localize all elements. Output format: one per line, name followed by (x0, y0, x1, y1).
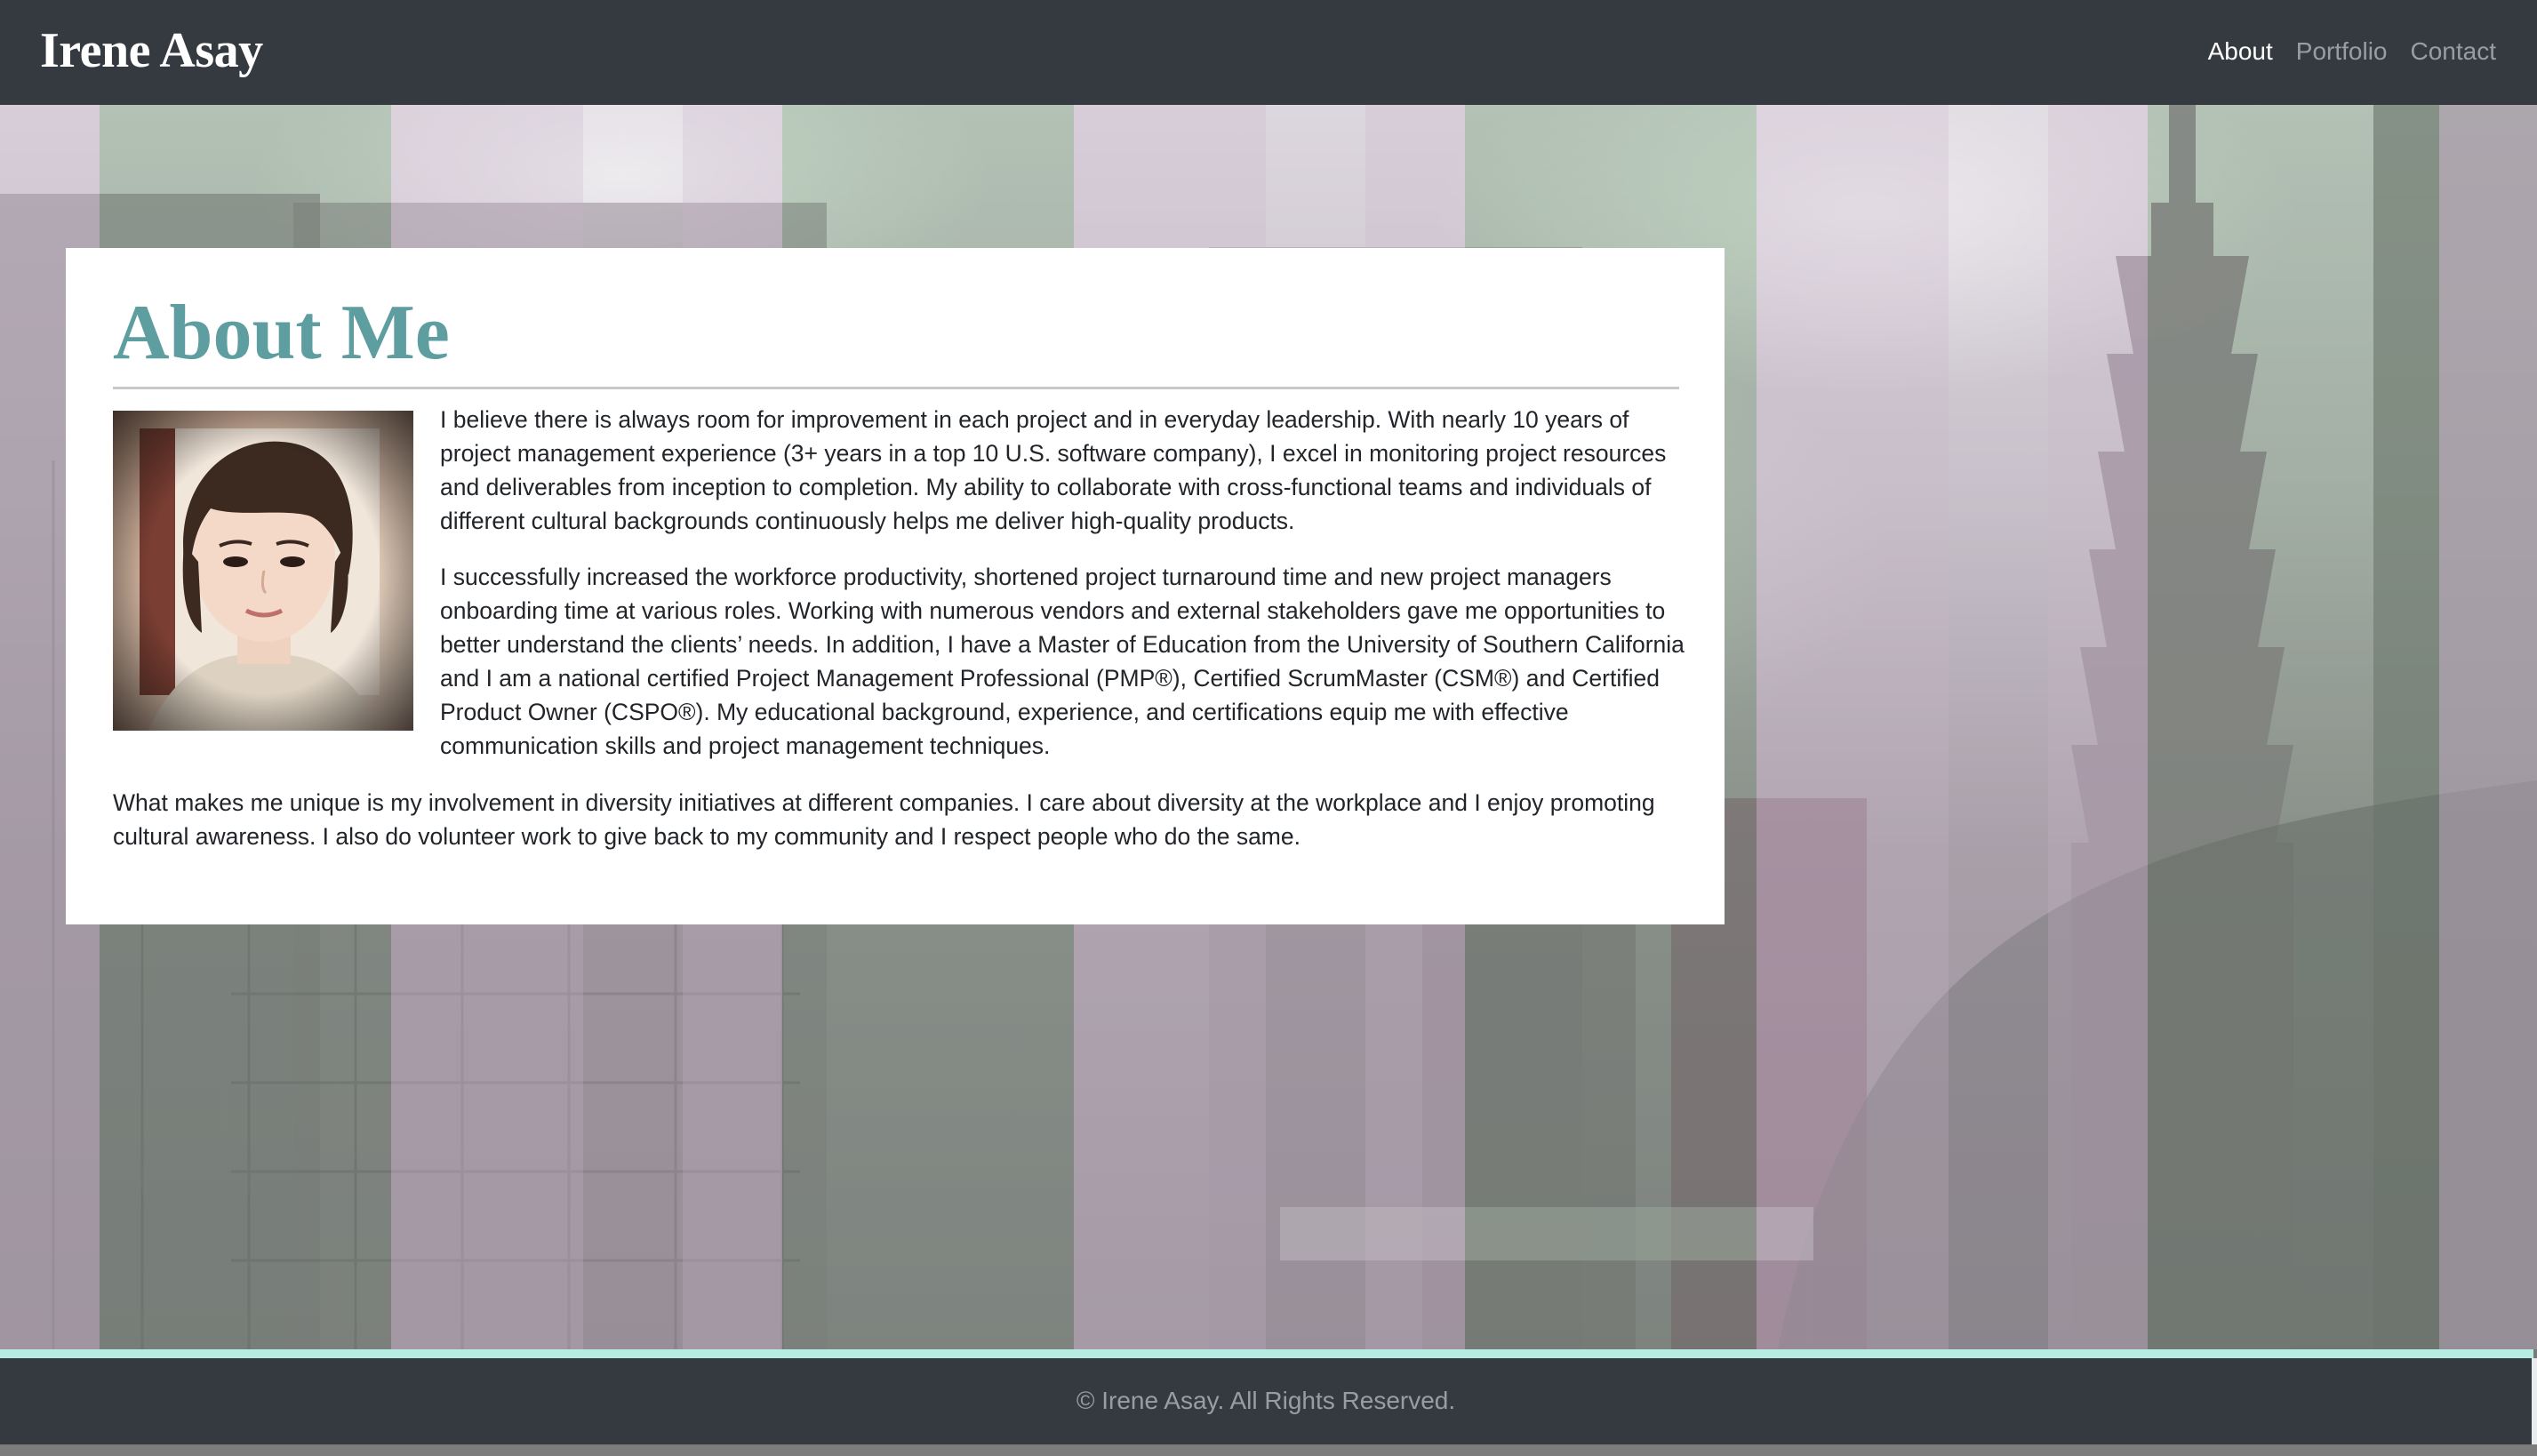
navbar: Irene Asay About Portfolio Contact (0, 0, 2537, 105)
title-divider (113, 387, 1679, 389)
about-paragraph-2: I successfully increased the workforce p… (440, 564, 1685, 759)
nav-about-link[interactable]: About (2197, 34, 2285, 69)
brand-name[interactable]: Irene Asay (40, 20, 263, 82)
about-paragraph-1: I believe there is always room for impro… (440, 406, 1667, 534)
bottom-bar (0, 1444, 2537, 1456)
about-text: I believe there is always room for impro… (440, 403, 1685, 785)
page-title: About Me (113, 290, 450, 376)
nav-links: About Portfolio Contact (2197, 34, 2496, 69)
about-card: About Me I believe there is always room … (66, 248, 1725, 924)
profile-photo (113, 411, 413, 731)
window-edge (2532, 1358, 2537, 1456)
copyright-text: © Irene Asay. All Rights Reserved. (1076, 1387, 1456, 1414)
about-paragraph-3: What makes me unique is my involvement i… (113, 789, 1655, 850)
footer: © Irene Asay. All Rights Reserved. (0, 1358, 2532, 1444)
nav-portfolio-link[interactable]: Portfolio (2285, 34, 2399, 69)
nav-contact-link[interactable]: Contact (2399, 34, 2497, 69)
accent-line (0, 1349, 2533, 1358)
